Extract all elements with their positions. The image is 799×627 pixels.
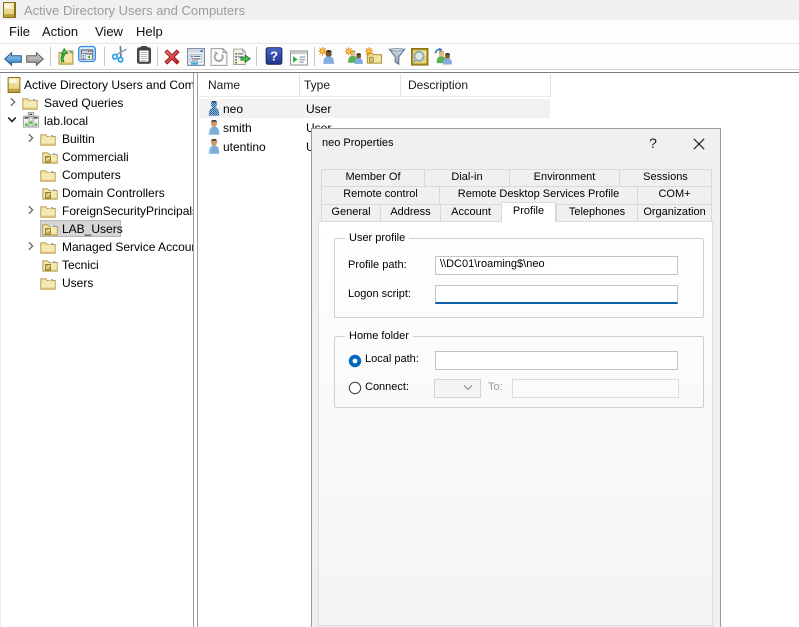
svg-text:?: ? [270,49,278,64]
